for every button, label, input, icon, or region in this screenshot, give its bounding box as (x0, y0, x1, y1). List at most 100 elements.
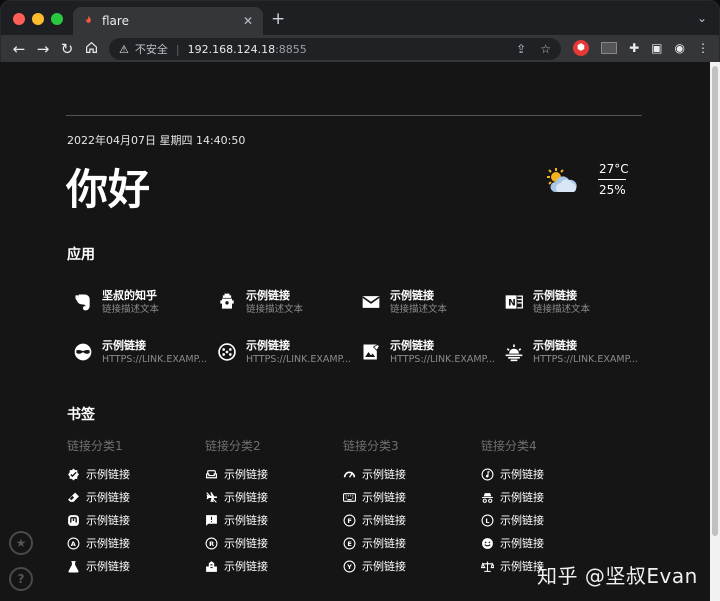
weather-widget: 27°C 25% (544, 160, 634, 204)
page-content: 2022年04月07日 星期四 14:40:50 你好 27°C 25% 应用 … (0, 62, 710, 601)
scrollbar-thumb[interactable] (712, 66, 718, 536)
bookmark-label: 示例链接 (500, 514, 544, 527)
flask-icon (67, 560, 80, 573)
apps-section-title: 应用 (67, 247, 95, 263)
mastodon-icon (67, 514, 80, 527)
url-port: :8855 (275, 42, 307, 56)
svg-text:R: R (209, 540, 214, 548)
watermark-text: 知乎 @坚叔Evan (537, 564, 698, 588)
bookmark-link[interactable]: 示例链接 (205, 466, 268, 482)
bookmark-link[interactable]: Y 示例链接 (343, 558, 406, 574)
bookmark-link[interactable]: 示例链接 (205, 489, 268, 505)
eraser-icon (67, 491, 80, 504)
reload-icon[interactable]: ↻ (55, 40, 79, 58)
maximize-window-button[interactable] (51, 13, 63, 25)
alpha-l-circle-icon: L (481, 514, 494, 527)
bookmark-label: 示例链接 (362, 560, 406, 573)
svg-text:N: N (508, 297, 516, 308)
close-window-button[interactable] (13, 13, 25, 25)
mask-icon (72, 341, 94, 363)
theme-toggle-button[interactable]: ★ (9, 531, 33, 555)
app-desc: HTTPS://LINK.EXAMP... (102, 354, 207, 365)
app-link[interactable]: 示例链接 链接描述文本 (216, 289, 356, 323)
bookmark-label: 示例链接 (500, 537, 544, 550)
airplane-off-icon (205, 491, 218, 504)
kebab-menu-icon[interactable]: ⋮ (697, 41, 709, 55)
bookmark-link[interactable]: 示例链接 (343, 466, 406, 482)
bookmark-label: 示例链接 (86, 514, 130, 527)
forward-arrow-icon[interactable]: → (31, 40, 55, 58)
close-tab-icon[interactable]: ✕ (243, 14, 253, 28)
home-icon[interactable] (79, 40, 103, 58)
bookmark-link[interactable]: 示例链接 (205, 558, 268, 574)
dots-circle-icon (216, 341, 238, 363)
minimize-window-button[interactable] (32, 13, 44, 25)
app-link[interactable]: 坚叔的知乎 链接描述文本 (72, 289, 212, 323)
bookmark-link[interactable]: E 示例链接 (343, 535, 406, 551)
bookmark-link[interactable]: 示例链接 (205, 512, 268, 528)
app-link[interactable]: 示例链接 HTTPS://LINK.EXAMP... (72, 339, 212, 373)
scrollbar[interactable] (710, 62, 720, 601)
back-arrow-icon[interactable]: ← (7, 40, 31, 58)
help-button[interactable]: ? (9, 567, 33, 591)
bookmark-link[interactable]: F 示例链接 (343, 512, 406, 528)
sidebar-icon[interactable]: ▣ (651, 41, 662, 55)
security-label: 不安全 (134, 43, 168, 56)
new-tab-button[interactable]: + (271, 9, 285, 29)
extension-box-icon[interactable] (601, 42, 618, 54)
bookmark-link[interactable]: 示例链接 (67, 466, 130, 482)
bookmark-label: 示例链接 (86, 468, 130, 481)
bookmark-label: 示例链接 (500, 491, 544, 504)
bookmark-link[interactable]: 示例链接 (481, 558, 544, 574)
keyboard-icon (343, 491, 356, 504)
app-desc: HTTPS://LINK.EXAMP... (390, 354, 495, 365)
app-link[interactable]: 示例链接 链接描述文本 (360, 289, 500, 323)
bookmark-star-icon[interactable]: ☆ (540, 42, 551, 56)
bookmark-label: 示例链接 (224, 468, 268, 481)
app-link[interactable]: 示例链接 HTTPS://LINK.EXAMP... (216, 339, 356, 373)
chevron-down-icon[interactable]: ⌄ (697, 11, 707, 25)
city-icon (205, 560, 218, 573)
app-link[interactable]: 示例链接 HTTPS://LINK.EXAMP... (360, 339, 500, 373)
image-edit-icon (360, 341, 382, 363)
bookmark-label: 示例链接 (362, 514, 406, 527)
weather-divider (598, 179, 626, 180)
bookmark-label: 示例链接 (224, 560, 268, 573)
bookmark-link[interactable]: 示例链接 (67, 558, 130, 574)
bookmark-link[interactable]: 示例链接 (67, 512, 130, 528)
bookmark-link[interactable]: 示例链接 (343, 489, 406, 505)
app-link[interactable]: N 示例链接 链接描述文本 (503, 289, 643, 323)
app-link[interactable]: 示例链接 HTTPS://LINK.EXAMP... (503, 339, 643, 373)
svg-text:Y: Y (346, 563, 352, 571)
app-desc: HTTPS://LINK.EXAMP... (533, 354, 638, 365)
app-name: 示例链接 (390, 339, 434, 352)
bookmark-link[interactable]: R 示例链接 (205, 535, 268, 551)
app-desc: 链接描述文本 (102, 304, 160, 315)
alpha-e-circle-icon: E (343, 537, 356, 550)
share-icon[interactable]: ⇪ (516, 42, 526, 56)
avatar[interactable]: ◉ (675, 41, 685, 55)
app-desc: 链接描述文本 (533, 304, 591, 315)
svg-text:E: E (347, 540, 351, 548)
app-name: 示例链接 (246, 339, 290, 352)
bookmark-link[interactable]: L 示例链接 (481, 512, 544, 528)
bookmark-link[interactable]: 示例链接 (481, 466, 544, 482)
app-desc: 链接描述文本 (246, 304, 304, 315)
tab-flare[interactable]: flare ✕ (73, 7, 263, 35)
alpha-a-circle-icon: A (67, 537, 80, 550)
fire-hydrant-icon (216, 291, 238, 313)
ublock-icon[interactable]: ⬢ (573, 40, 590, 56)
alpha-y-circle-icon: Y (343, 560, 356, 573)
bookmark-link[interactable]: A 示例链接 (67, 535, 130, 551)
bookmark-label: 示例链接 (362, 491, 406, 504)
bookmark-label: 示例链接 (500, 468, 544, 481)
bookmark-link[interactable]: 示例链接 (67, 489, 130, 505)
bookmark-link[interactable]: 示例链接 (481, 489, 544, 505)
bookmark-link[interactable]: 示例链接 (481, 535, 544, 551)
app-name: 示例链接 (390, 289, 434, 302)
puzzle-icon[interactable]: ✚ (629, 41, 639, 55)
sofa-icon (205, 468, 218, 481)
address-bar[interactable]: ⚠ 不安全 | 192.168.124.18 :8855 ⇪ ☆ (109, 38, 561, 60)
bookmark-label: 示例链接 (362, 537, 406, 550)
window-controls (13, 13, 63, 25)
